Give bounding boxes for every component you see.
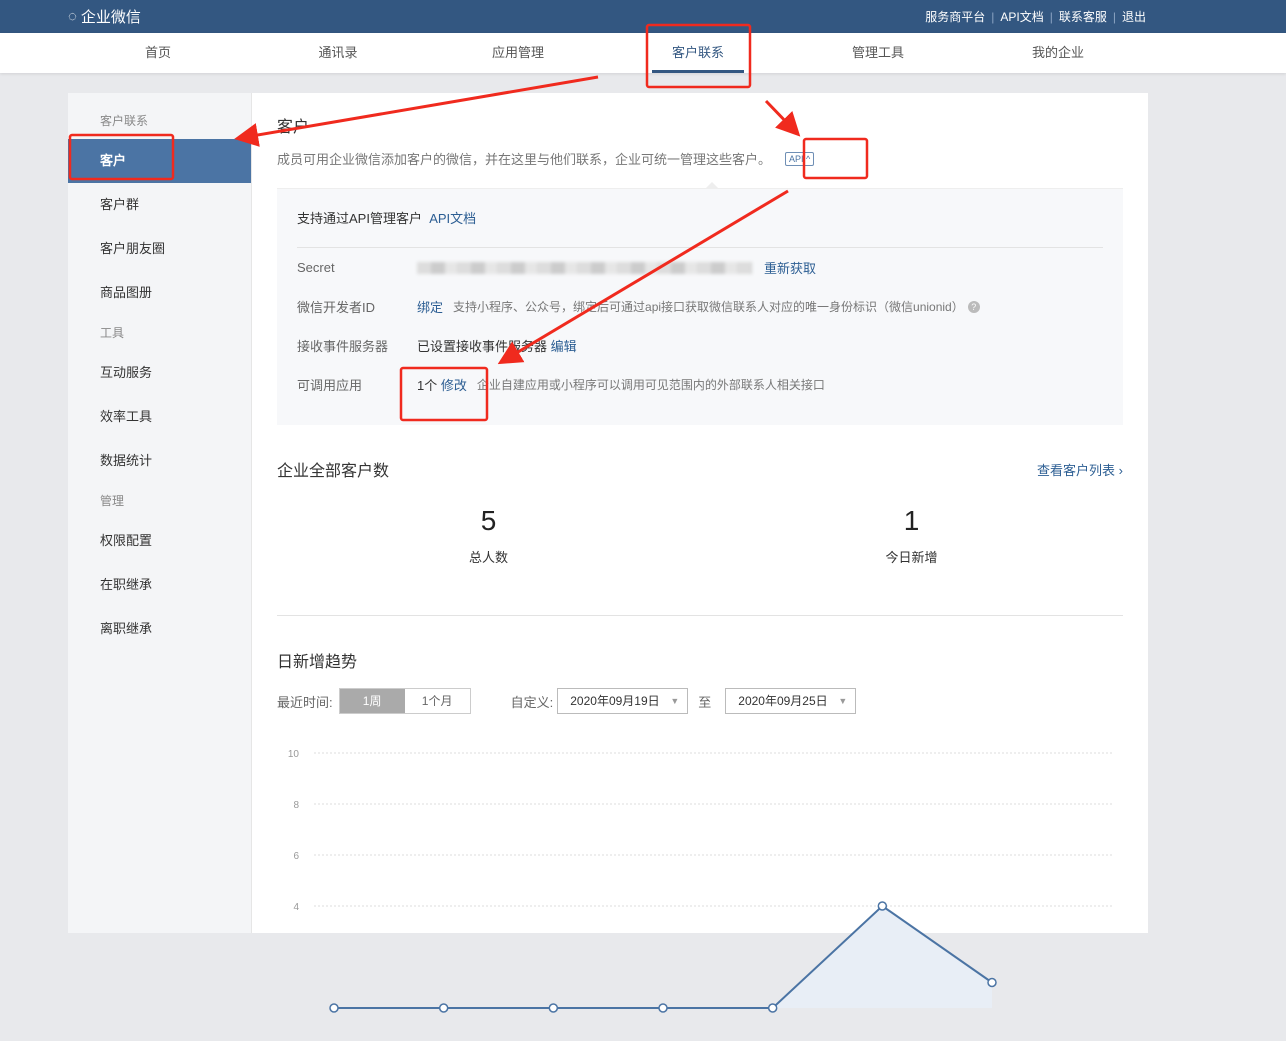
- callable-apps-count: 1个: [417, 378, 438, 393]
- tab-customer-contact[interactable]: 客户联系: [608, 33, 788, 73]
- main-nav: 首页 通讯录 应用管理 客户联系 管理工具 我的企业: [0, 33, 1286, 73]
- tab-apps[interactable]: 应用管理: [428, 33, 608, 73]
- trend-heading: 日新增趋势: [277, 654, 358, 671]
- sidebar-item-efficiency-tools[interactable]: 效率工具: [68, 395, 251, 439]
- data-point: [548, 1003, 559, 1013]
- sidebar-item-resigned-transfer[interactable]: 离职继承: [68, 607, 251, 651]
- api-panel-heading: 支持通过API管理客户: [297, 211, 422, 226]
- tab-contacts[interactable]: 通讯录: [248, 33, 428, 73]
- sidebar: 客户联系 客户 客户群 客户朋友圈 商品图册 工具 互动服务 效率工具 数据统计…: [68, 93, 252, 933]
- sidebar-item-customers[interactable]: 客户: [68, 139, 251, 183]
- y-tick-label: 10: [288, 749, 300, 760]
- stat-label: 总人数: [468, 550, 508, 565]
- modify-apps-link[interactable]: 修改: [441, 375, 467, 394]
- total-customers-heading: 企业全部客户数: [277, 463, 390, 480]
- regenerate-secret-link[interactable]: 重新获取: [764, 258, 816, 277]
- dev-id-note: 支持小程序、公众号，绑定后可通过api接口获取微信联系人对应的唯一身份标识（微信…: [453, 300, 964, 314]
- api-toggle-button[interactable]: API ^: [785, 151, 815, 166]
- tab-management-tools[interactable]: 管理工具: [788, 33, 968, 73]
- page-title: 客户: [277, 119, 310, 136]
- data-point: [877, 901, 888, 911]
- dropdown-arrow-icon: ▼: [670, 696, 680, 706]
- tab-home[interactable]: 首页: [68, 33, 248, 73]
- sidebar-group-title: 管理: [100, 494, 125, 508]
- view-customer-list-link[interactable]: 查看客户列表 ›: [1037, 460, 1123, 479]
- sidebar-item-permissions[interactable]: 权限配置: [68, 519, 251, 563]
- secret-label: Secret: [297, 260, 335, 275]
- sidebar-item-onjob-transfer[interactable]: 在职继承: [68, 563, 251, 607]
- api-docs-link[interactable]: API文档: [1000, 8, 1043, 25]
- data-point: [767, 1003, 778, 1013]
- range-1-week-button[interactable]: 1周: [339, 689, 405, 713]
- y-tick-label: 8: [293, 800, 299, 811]
- to-label: 至: [698, 694, 712, 710]
- logo[interactable]: ◌ 企业微信: [68, 6, 141, 27]
- sidebar-group-title: 工具: [100, 326, 125, 340]
- sidebar-item-customer-groups[interactable]: 客户群: [68, 183, 251, 227]
- range-1-month-button[interactable]: 1个月: [405, 689, 470, 713]
- page-description: 成员可用企业微信添加客户的微信，并在这里与他们联系，企业可统一管理这些客户。: [277, 152, 772, 167]
- logo-text: 企业微信: [80, 9, 141, 26]
- top-bar: ◌ 企业微信 服务商平台 | API文档 | 联系客服 | 退出: [0, 0, 1286, 33]
- dev-id-label: 微信开发者ID: [297, 300, 376, 315]
- tab-my-company[interactable]: 我的企业: [968, 33, 1148, 73]
- api-docs-link[interactable]: API文档: [429, 211, 476, 226]
- stat-value: 1: [903, 505, 920, 536]
- callable-apps-note: 企业自建应用或小程序可以调用可见范围内的外部联系人相关接口: [476, 378, 825, 392]
- main-content: 客户 成员可用企业微信添加客户的微信，并在这里与他们联系，企业可统一管理这些客户…: [252, 93, 1148, 1013]
- daily-trend-chart: 10 8 6 4: [288, 749, 1112, 1013]
- dropdown-arrow-icon: ▼: [838, 696, 848, 706]
- y-tick-label: 4: [293, 902, 299, 913]
- chat-bubble-icon: ◌: [68, 8, 77, 25]
- stat-total: 5 总人数: [277, 481, 700, 615]
- start-date-select[interactable]: 2020年09月19日 ▼: [557, 688, 689, 714]
- callable-apps-label: 可调用应用: [297, 378, 363, 393]
- data-point: [329, 1003, 339, 1013]
- end-date-value: 2020年09月25日: [738, 694, 828, 708]
- sidebar-item-product-album[interactable]: 商品图册: [68, 271, 251, 315]
- data-point: [658, 1003, 668, 1013]
- sidebar-item-interactive-service[interactable]: 互动服务: [68, 351, 251, 395]
- sidebar-item-statistics[interactable]: 数据统计: [68, 439, 251, 483]
- stat-today: 1 今日新增: [700, 481, 1123, 615]
- contact-support-link[interactable]: 联系客服: [1059, 8, 1107, 25]
- bind-link[interactable]: 绑定: [417, 297, 443, 316]
- content-panel: 客户联系 客户 客户群 客户朋友圈 商品图册 工具 互动服务 效率工具 数据统计…: [68, 93, 1148, 1013]
- help-icon[interactable]: ?: [967, 300, 980, 313]
- custom-label: 自定义:: [510, 694, 554, 710]
- service-platform-link[interactable]: 服务商平台: [925, 8, 985, 25]
- y-tick-label: 6: [293, 851, 299, 862]
- start-date-value: 2020年09月19日: [570, 694, 660, 708]
- secret-value-blurred: [417, 261, 752, 274]
- end-date-select[interactable]: 2020年09月25日 ▼: [725, 688, 857, 714]
- series-area: [334, 906, 992, 1008]
- sidebar-group-title: 客户联系: [100, 114, 149, 128]
- event-server-status: 已设置接收事件服务器: [417, 339, 548, 354]
- stat-value: 5: [480, 505, 497, 536]
- data-point: [987, 977, 997, 988]
- api-panel: 支持通过API管理客户 API文档 Secret 重新获取 微信开发者ID 绑定 支持…: [277, 182, 1123, 425]
- data-point: [438, 1003, 449, 1013]
- event-server-label: 接收事件服务器: [297, 339, 389, 354]
- recent-label: 最近时间:: [277, 694, 333, 710]
- edit-server-link[interactable]: 编辑: [551, 336, 577, 355]
- sidebar-item-moments[interactable]: 客户朋友圈: [68, 227, 251, 271]
- logout-link[interactable]: 退出: [1122, 8, 1146, 25]
- stat-label: 今日新增: [885, 550, 938, 565]
